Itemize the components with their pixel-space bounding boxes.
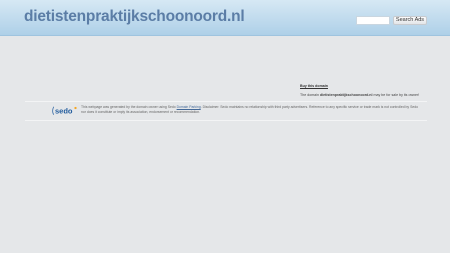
domain-parking-link[interactable]: Domain Parking	[177, 105, 201, 109]
for-sale-suffix: may be for sale by its owner!	[372, 93, 420, 97]
header-bar: dietistenpraktijkschoonoord.nl Search Ad…	[0, 0, 450, 36]
disclaimer-text: This webpage was generated by the domain…	[81, 105, 423, 115]
divider-top	[25, 101, 427, 102]
sedo-logo: sedo	[52, 106, 77, 116]
disclaimer-before-link: This webpage was generated by the domain…	[81, 105, 177, 109]
for-sale-domain: dietistenpraktijkschoonoord.nl	[319, 93, 373, 97]
search-ads-button[interactable]: Search Ads	[393, 15, 427, 25]
search-input[interactable]	[356, 16, 390, 25]
sedo-logo-dot	[74, 106, 77, 110]
sedo-logo-text: sedo	[55, 107, 73, 116]
buy-domain-link[interactable]: Buy this domain	[300, 84, 328, 88]
divider-bottom	[25, 120, 427, 121]
for-sale-prefix: The domain	[300, 93, 320, 97]
domain-title: dietistenpraktijkschoonoord.nl	[24, 8, 245, 25]
for-sale-notice: The domain dietistenpraktijkschoonoord.n…	[300, 93, 419, 97]
